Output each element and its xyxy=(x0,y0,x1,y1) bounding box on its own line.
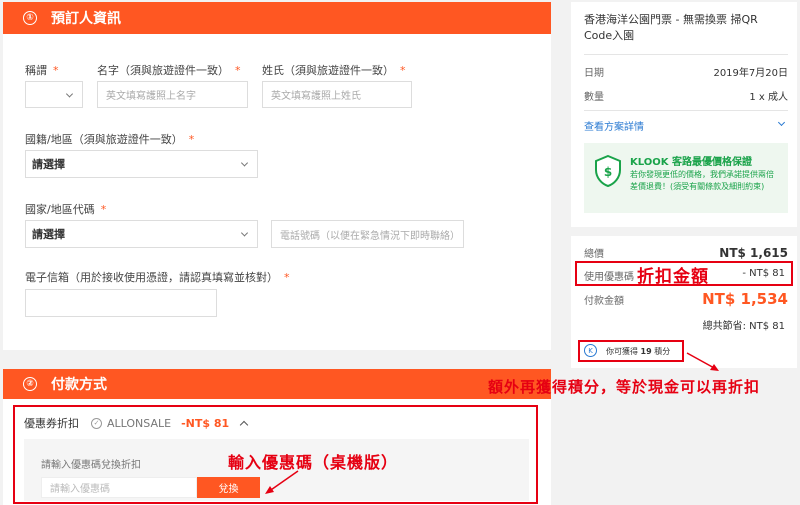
check-circle-icon: ✓ xyxy=(91,417,102,429)
coupon-row[interactable]: 優惠券折扣 ✓ ALLONSALE -NT$ 81 xyxy=(24,415,249,431)
discount-annotation: 折扣金額 xyxy=(637,267,709,287)
last-name-input[interactable]: 英文填寫護照上姓氏 xyxy=(262,81,412,108)
email-input[interactable] xyxy=(25,289,217,317)
chevron-down-icon xyxy=(240,159,249,167)
svg-text:$: $ xyxy=(604,165,612,179)
chevron-down-icon xyxy=(240,229,249,237)
coupon-code: ALLONSALE xyxy=(107,416,172,430)
points-icon: K xyxy=(584,344,597,357)
points-annotation-arrow xyxy=(686,352,719,371)
salutation-select[interactable] xyxy=(25,81,83,108)
shield-dollar-icon: $ xyxy=(595,155,621,187)
coupon-label: 優惠券折扣 xyxy=(24,417,79,430)
booker-info-header: ① 預訂人資訊 xyxy=(3,2,551,34)
coupon-amount: -NT$ 81 xyxy=(181,416,230,430)
promo-hint: 請輸入優惠碼兌換折扣 xyxy=(41,460,141,471)
chevron-down-icon xyxy=(777,118,786,127)
country-code-label: 國家/地區代碼 * xyxy=(25,203,107,216)
email-label: 電子信箱（用於接收使用憑證，請認真填寫並核對） * xyxy=(25,271,290,284)
quantity-row: 數量 1 x 成人 xyxy=(584,92,788,103)
payment-header: ② 付款方式 xyxy=(3,369,551,399)
promo-code-input[interactable]: 請輸入優惠碼 xyxy=(41,477,197,498)
last-name-label: 姓氏（須與旅遊證件一致） * xyxy=(262,64,406,77)
first-name-input[interactable]: 英文填寫護照上名字 xyxy=(97,81,248,108)
total-row: 總價 NT$ 1,615 xyxy=(584,245,788,261)
section-title: 付款方式 xyxy=(51,377,107,393)
section-title: 預訂人資訊 xyxy=(51,11,121,27)
pay-amount-row: 付款金額 NT$ 1,534 xyxy=(584,290,788,308)
discount-label: 使用優惠碼 xyxy=(584,272,634,283)
guarantee-title: KLOOK 客路最優價格保證 xyxy=(630,157,752,168)
salutation-label: 稱謂 * xyxy=(25,64,59,77)
phone-input[interactable]: 電話號碼（以便在緊急情況下即時聯絡） xyxy=(271,220,464,248)
divider xyxy=(584,110,788,111)
promo-annotation: 輸入優惠碼（桌機版） xyxy=(228,453,399,472)
date-row: 日期 2019年7月20日 xyxy=(584,68,788,79)
product-title: 香港海洋公園門票 - 無需換票 掃QR Code入園 xyxy=(584,13,758,42)
points-annotation: 額外再獲得積分，等於現金可以再折扣 xyxy=(488,378,761,396)
details-link-row[interactable]: 查看方案詳情 xyxy=(584,118,788,133)
divider xyxy=(584,54,788,55)
nationality-select[interactable]: 請選擇 xyxy=(25,150,258,178)
guarantee-text: 若你發現更低的價格，我們承諾提供兩倍差價退費！(須受有關條款及細則約束) xyxy=(630,170,774,191)
step-number: ① xyxy=(23,11,37,25)
points-text: 你可獲得 19 積分 xyxy=(606,347,671,356)
chevron-up-icon[interactable] xyxy=(239,420,249,430)
discount-value: - NT$ 81 xyxy=(742,268,785,279)
step-number: ② xyxy=(23,377,37,391)
redeem-button[interactable]: 兌換 xyxy=(197,477,260,498)
nationality-label: 國籍/地區（須與旅遊證件一致） * xyxy=(25,133,195,146)
country-code-select[interactable]: 請選擇 xyxy=(25,220,258,248)
total-saved: 總共節省: NT$ 81 xyxy=(702,321,785,332)
first-name-label: 名字（須與旅遊證件一致） * xyxy=(97,64,241,77)
details-link[interactable]: 查看方案詳情 xyxy=(584,118,644,133)
chevron-down-icon xyxy=(65,89,74,98)
promo-annotation-arrow xyxy=(265,470,299,494)
